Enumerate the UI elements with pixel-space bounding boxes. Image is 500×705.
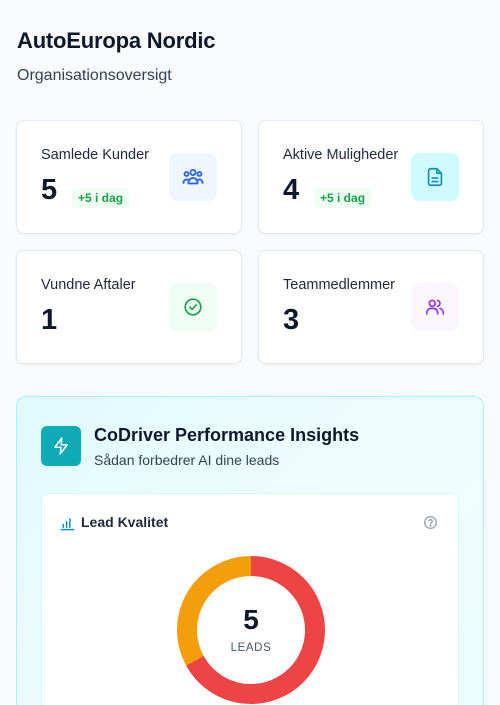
page-subtitle: Organisationsoversigt [17, 67, 172, 84]
lead-quality-title: Lead Kvalitet [81, 514, 169, 530]
team-icon [411, 283, 459, 331]
stat-card-customers[interactable]: Samlede Kunder 5 +5 i dag [16, 120, 242, 234]
stat-value: 5 [41, 174, 58, 206]
lead-count-label: LEADS [230, 642, 272, 654]
users-icon [169, 153, 217, 201]
codriver-insights-panel: CoDriver Performance Insights Sådan forb… [16, 396, 484, 705]
stat-label: Vundne Aftaler [41, 277, 136, 293]
document-icon [411, 153, 459, 201]
insights-title: CoDriver Performance Insights [94, 425, 360, 445]
lead-count: 5 [243, 604, 259, 635]
stat-value: 1 [41, 304, 58, 336]
stat-value: 3 [283, 304, 300, 336]
stat-card-team-members[interactable]: Teammedlemmer 3 [258, 250, 484, 364]
check-circle-icon [169, 283, 217, 331]
page-header: AutoEuropa Nordic Organisationsoversigt [17, 28, 215, 85]
lightning-icon [41, 426, 81, 466]
stat-label: Teammedlemmer [283, 277, 395, 293]
organization-title: AutoEuropa Nordic [17, 28, 216, 53]
stat-badge: +5 i dag [72, 188, 130, 208]
stat-label: Aktive Muligheder [283, 147, 399, 163]
stat-card-won-deals[interactable]: Vundne Aftaler 1 [16, 250, 242, 364]
help-icon[interactable] [423, 515, 438, 535]
bar-chart-icon [60, 516, 75, 536]
lead-quality-card: Lead Kvalitet 5 LEADS [41, 493, 459, 705]
insights-subtitle: Sådan forbedrer AI dine leads [94, 452, 280, 468]
stat-label: Samlede Kunder [41, 147, 150, 163]
stat-value: 4 [283, 174, 300, 206]
stat-card-opportunities[interactable]: Aktive Muligheder 4 +5 i dag [258, 120, 484, 234]
stat-badge: +5 i dag [314, 188, 372, 208]
